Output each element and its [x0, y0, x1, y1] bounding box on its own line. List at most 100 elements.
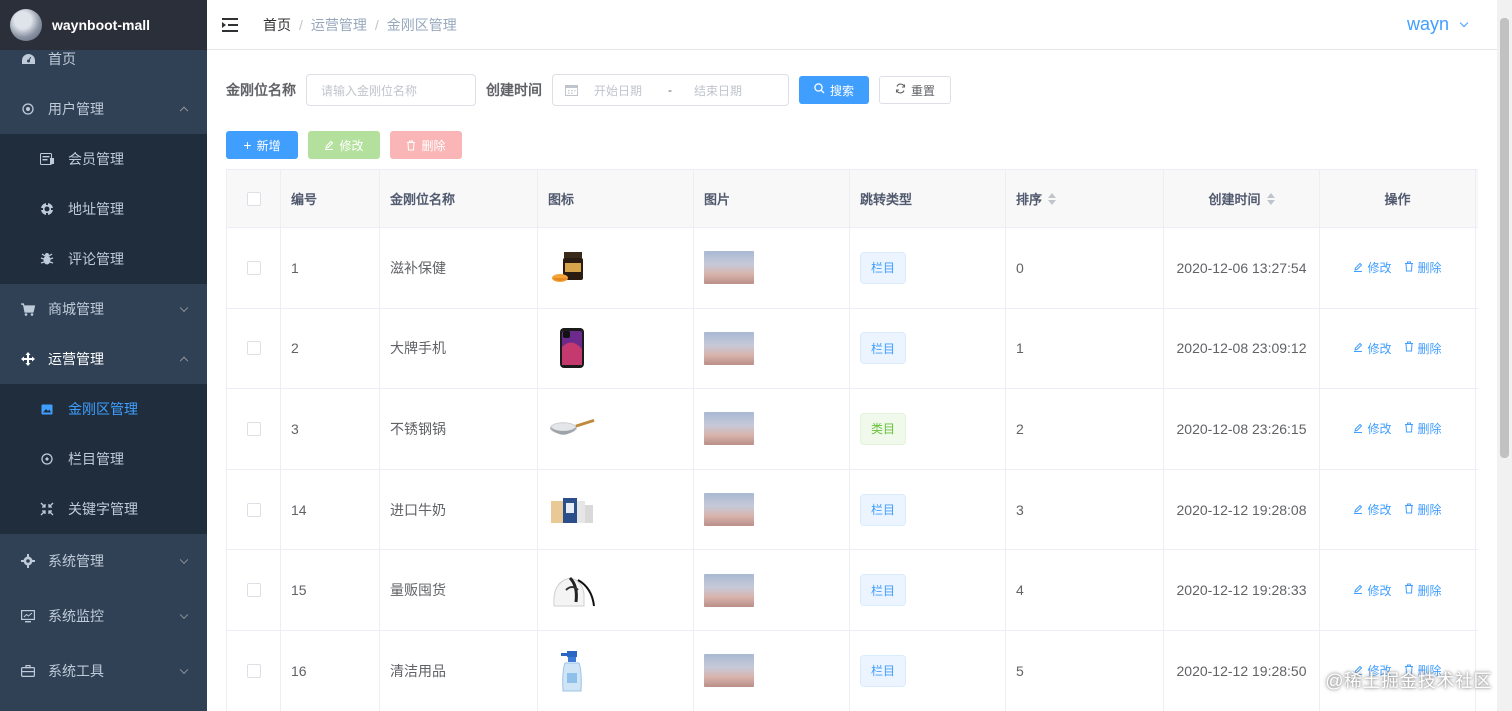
column-header-icon: 图标 [538, 170, 694, 227]
sidebar-item-keyword[interactable]: 关键字管理 [0, 484, 207, 534]
edit-button-label: 修改 [339, 138, 364, 153]
pan-icon[interactable] [548, 405, 596, 453]
sort-caret-icon[interactable] [1048, 192, 1057, 205]
sidebar-item-system-tools[interactable]: 系统工具 [0, 646, 207, 696]
jump-type-tag: 栏目 [860, 251, 907, 284]
cell-image [694, 630, 850, 711]
table-row[interactable]: 14 进口牛奶 栏目 3 2020-12-12 19:28:08 修改 删除 [227, 469, 1478, 551]
row-checkbox[interactable] [246, 421, 261, 436]
row-created: 2020-12-12 19:28:08 [1176, 501, 1307, 518]
banner-thumbnail[interactable] [704, 251, 754, 285]
cell-id: 16 [281, 630, 380, 711]
hamburger-icon[interactable] [222, 17, 238, 32]
submenu-user-management: 会员管理 地址管理 评论管理 [0, 134, 207, 284]
banner-thumbnail[interactable] [704, 493, 754, 527]
sidebar-item-comment[interactable]: 评论管理 [0, 234, 207, 284]
row-edit-button[interactable]: 修改 [1353, 582, 1392, 599]
sidebar-item-label: 系统管理 [48, 553, 104, 569]
banner-thumbnail[interactable] [704, 331, 754, 365]
reset-button-label: 重置 [911, 83, 936, 98]
delete-button[interactable]: 删除 [390, 131, 462, 159]
row-checkbox[interactable] [246, 502, 261, 517]
table-row[interactable]: 3 不锈钢锅 类目 2 2020-12-08 23:26:15 修改 删除 [227, 389, 1478, 470]
row-delete-button[interactable]: 删除 [1404, 501, 1442, 518]
bag-icon[interactable] [548, 566, 596, 614]
sidebar-item-mall-management[interactable]: 商城管理 [0, 284, 207, 334]
page-scrollbar[interactable] [1497, 0, 1512, 711]
row-checkbox-cell [227, 469, 281, 550]
row-id: 2 [291, 340, 299, 357]
end-date-input[interactable]: 结束日期 [694, 82, 742, 99]
table-row[interactable]: 15 量贩囤货 栏目 4 2020-12-12 19:28:33 修改 删除 [227, 550, 1478, 631]
date-range-picker[interactable]: 开始日期 - 结束日期 [552, 74, 789, 106]
phone-icon[interactable] [548, 324, 596, 372]
cell-sort: 1 [1006, 308, 1164, 389]
add-button-label: 新增 [256, 138, 281, 153]
sidebar-item-label: 运营管理 [48, 351, 104, 367]
column-header-created[interactable]: 创建时间 [1164, 170, 1320, 227]
table-row[interactable]: 16 清洁用品 栏目 5 2020-12-12 19:28:50 修改 删除 [227, 630, 1478, 711]
scrollbar-thumb[interactable] [1500, 18, 1509, 458]
sidebar-item-jingang[interactable]: 金刚区管理 [0, 384, 207, 434]
banner-thumbnail[interactable] [704, 412, 754, 446]
navbar: 首页 / 运营管理 / 金刚区管理 wayn [207, 0, 1497, 50]
sidebar-item-member[interactable]: 会员管理 [0, 134, 207, 184]
breadcrumb-home[interactable]: 首页 [263, 15, 291, 35]
column-header-sort[interactable]: 排序 [1006, 170, 1164, 227]
row-edit-button[interactable]: 修改 [1353, 259, 1392, 276]
row-delete-button[interactable]: 删除 [1404, 420, 1442, 437]
banner-thumbnail[interactable] [704, 654, 754, 688]
search-button[interactable]: 搜索 [799, 76, 870, 104]
row-checkbox[interactable] [246, 341, 261, 356]
row-checkbox[interactable] [246, 260, 261, 275]
cell-actions: 修改 删除 [1320, 389, 1476, 469]
trash-icon [1404, 261, 1414, 275]
add-button[interactable]: + 新增 [226, 131, 298, 159]
logo-avatar [10, 9, 42, 41]
sidebar-item-operations-management[interactable]: 运营管理 [0, 334, 207, 384]
row-delete-button[interactable]: 删除 [1404, 582, 1442, 599]
breadcrumb-operations: 运营管理 [310, 16, 367, 33]
milk-box-icon[interactable] [548, 486, 596, 534]
row-edit-button[interactable]: 修改 [1353, 501, 1392, 518]
edit-button[interactable]: 修改 [308, 131, 380, 159]
row-checkbox[interactable] [246, 663, 261, 678]
breadcrumb-separator: / [374, 16, 379, 33]
row-delete-label: 删除 [1417, 503, 1442, 518]
row-checkbox[interactable] [246, 583, 261, 598]
sidebar-logo[interactable]: waynboot-mall [0, 0, 207, 50]
row-delete-button[interactable]: 删除 [1404, 259, 1442, 276]
cell-created: 2020-12-12 19:28:50 [1164, 630, 1320, 711]
cell-jump-type: 栏目 [850, 228, 1006, 308]
reset-button[interactable]: 重置 [879, 76, 952, 104]
sidebar: 首页 用户管理 会员管理 地址管理 评论管理 商城管理 运营管理 金刚区管理 栏… [0, 0, 207, 711]
select-all-checkbox[interactable] [246, 191, 261, 206]
edit-icon [1353, 261, 1363, 275]
spray-bottle-icon[interactable] [548, 647, 596, 695]
table-body: 1 滋补保健 栏目 0 2020-12-06 13:27:54 修改 删除 2 大牌手机 栏目 1 2… [227, 228, 1478, 711]
banner-thumbnail[interactable] [704, 573, 754, 607]
member-icon [40, 152, 54, 166]
row-delete-button[interactable]: 删除 [1404, 340, 1442, 357]
honey-jar-icon[interactable] [548, 244, 596, 292]
cell-sort: 5 [1006, 630, 1164, 711]
name-search-input[interactable]: 请输入金刚位名称 [306, 74, 476, 106]
calendar-icon [565, 84, 578, 96]
sidebar-item-system-management[interactable]: 系统管理 [0, 536, 207, 586]
sidebar-item-column[interactable]: 栏目管理 [0, 434, 207, 484]
table-row[interactable]: 2 大牌手机 栏目 1 2020-12-08 23:09:12 修改 删除 [227, 308, 1478, 390]
start-date-input[interactable]: 开始日期 [594, 82, 642, 99]
sidebar-item-address[interactable]: 地址管理 [0, 184, 207, 234]
delete-button-label: 删除 [421, 138, 446, 153]
row-edit-button[interactable]: 修改 [1353, 420, 1392, 437]
cell-image [694, 228, 850, 308]
row-edit-button[interactable]: 修改 [1353, 340, 1392, 357]
table-row[interactable]: 1 滋补保健 栏目 0 2020-12-06 13:27:54 修改 删除 [227, 228, 1478, 309]
sidebar-menu: 首页 用户管理 会员管理 地址管理 评论管理 商城管理 运营管理 金刚区管理 栏… [0, 34, 207, 696]
sidebar-item-system-monitor[interactable]: 系统监控 [0, 591, 207, 641]
cell-created: 2020-12-06 13:27:54 [1164, 228, 1320, 308]
user-dropdown[interactable]: wayn [1407, 14, 1469, 35]
cell-sort: 0 [1006, 228, 1164, 308]
sidebar-item-user-management[interactable]: 用户管理 [0, 84, 207, 134]
sort-caret-icon[interactable] [1266, 192, 1275, 205]
